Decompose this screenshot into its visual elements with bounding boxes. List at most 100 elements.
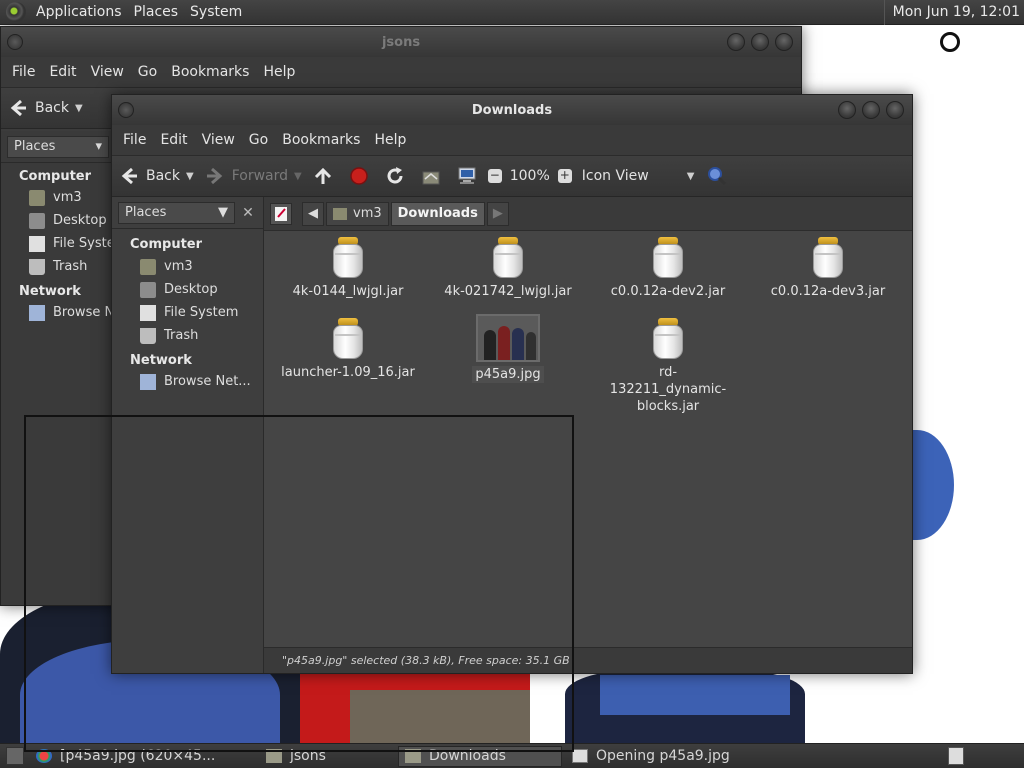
back-dropdown-icon[interactable]: ▼ <box>186 171 194 182</box>
file-item[interactable]: 4k-0144_lwjgl.jar <box>268 237 428 300</box>
taskbar-label: Downloads <box>429 748 506 764</box>
minimize-button[interactable] <box>727 33 745 51</box>
sidebar-item-filesystem[interactable]: File Syster <box>1 232 113 255</box>
search-icon[interactable] <box>706 165 728 187</box>
minimize-button[interactable] <box>838 101 856 119</box>
sidebar-item-vm3[interactable]: vm3 <box>1 186 113 209</box>
back-arrow-icon <box>121 167 137 185</box>
menu-help[interactable]: Help <box>256 64 302 80</box>
jar-file-icon <box>331 237 365 279</box>
back-button[interactable]: Back ▼ <box>118 165 194 187</box>
close-sidebar-icon[interactable]: ✕ <box>239 205 257 221</box>
menu-edit[interactable]: Edit <box>42 64 83 80</box>
file-name: c0.0.12a-dev2.jar <box>610 284 726 299</box>
taskbar-item-downloads[interactable]: Downloads <box>398 745 562 767</box>
downloads-window[interactable]: Downloads File Edit View Go Bookmarks He… <box>111 94 913 674</box>
clock[interactable]: Mon Jun 19, 12:01 <box>883 0 1024 25</box>
zoom-in-icon[interactable]: + <box>557 169 572 183</box>
applications-menu[interactable]: Applications <box>30 0 128 25</box>
desktop-cursor-icon <box>940 32 960 52</box>
file-name: launcher-1.09_16.jar <box>281 365 415 380</box>
trash-applet-icon[interactable] <box>948 747 964 765</box>
close-button[interactable] <box>775 33 793 51</box>
menu-bookmarks[interactable]: Bookmarks <box>164 64 256 80</box>
maximize-button[interactable] <box>751 33 769 51</box>
drive-icon <box>29 235 45 252</box>
menu-help[interactable]: Help <box>367 132 413 148</box>
wallpaper-pants <box>350 690 530 750</box>
places-menu[interactable]: Places <box>128 0 185 25</box>
sidebar-item-browse-network[interactable]: Browse Net... <box>112 370 263 393</box>
places-combo[interactable]: Places ▼ <box>118 201 235 224</box>
taskbar-item-image-viewer[interactable]: [p45a9.jpg (620×45... <box>30 746 256 767</box>
trash-icon <box>140 327 156 344</box>
show-desktop-icon[interactable] <box>6 747 24 765</box>
file-item[interactable]: launcher-1.09_16.jar <box>268 318 428 381</box>
sidebar-item-label: Browse Net... <box>164 374 251 389</box>
menu-go[interactable]: Go <box>131 64 164 80</box>
back-dropdown-icon[interactable]: ▼ <box>75 103 83 114</box>
sidebar-item-trash[interactable]: Trash <box>1 255 113 278</box>
up-arrow-icon[interactable] <box>312 165 334 187</box>
drive-icon <box>140 304 156 321</box>
window-menu-icon[interactable] <box>118 102 134 118</box>
jsons-titlebar[interactable]: jsons <box>1 27 801 57</box>
sidebar-item-label: Trash <box>53 259 88 274</box>
sidebar-item-trash[interactable]: Trash <box>112 324 263 347</box>
edit-location-icon[interactable] <box>270 202 292 225</box>
desktop-folder-icon <box>29 212 45 229</box>
menu-view[interactable]: View <box>195 132 242 148</box>
window-menu-icon[interactable] <box>7 34 23 50</box>
sidebar-item-label: File Syster <box>53 236 113 251</box>
sidebar-item-desktop[interactable]: Desktop <box>1 209 113 232</box>
gnome-foot-icon[interactable] <box>6 2 26 22</box>
menu-file[interactable]: File <box>5 64 42 80</box>
system-menu[interactable]: System <box>184 0 248 25</box>
file-item[interactable]: 4k-021742_lwjgl.jar <box>428 237 588 300</box>
downloads-titlebar[interactable]: Downloads <box>112 95 912 125</box>
path-button-downloads[interactable]: Downloads <box>390 201 485 226</box>
zoom-out-icon[interactable]: − <box>487 169 502 183</box>
folder-icon <box>405 749 421 763</box>
downloads-menubar: File Edit View Go Bookmarks Help <box>112 125 912 155</box>
forward-button[interactable]: Forward ▼ <box>204 165 302 187</box>
stop-icon[interactable] <box>348 165 370 187</box>
sidebar-item-filesystem[interactable]: File System <box>112 301 263 324</box>
home-folder-icon <box>29 189 45 206</box>
jar-file-icon <box>331 318 365 360</box>
maximize-button[interactable] <box>862 101 880 119</box>
taskbar-item-opening[interactable]: Opening p45a9.jpg <box>566 746 766 767</box>
places-combo-label: Places <box>125 205 167 220</box>
chevron-down-icon: ▼ <box>218 205 228 220</box>
file-item[interactable]: rd-132211_dynamic-blocks.jar <box>588 318 748 415</box>
file-item[interactable]: c0.0.12a-dev3.jar <box>748 237 908 300</box>
sidebar-item-browse-network[interactable]: Browse Ne <box>1 301 113 324</box>
back-button[interactable]: Back ▼ <box>7 97 83 119</box>
menu-edit[interactable]: Edit <box>153 132 194 148</box>
reload-icon[interactable] <box>384 165 406 187</box>
sidebar-item-desktop[interactable]: Desktop <box>112 278 263 301</box>
menu-go[interactable]: Go <box>242 132 275 148</box>
menu-view[interactable]: View <box>84 64 131 80</box>
home-icon[interactable] <box>420 165 442 187</box>
close-button[interactable] <box>886 101 904 119</box>
menu-file[interactable]: File <box>116 132 153 148</box>
places-combo[interactable]: Places ▾ <box>7 135 109 158</box>
taskbar-item-jsons[interactable]: jsons <box>260 746 394 767</box>
path-scroll-right-icon[interactable]: ▶ <box>486 201 509 226</box>
computer-icon[interactable] <box>456 165 478 187</box>
view-mode-select[interactable]: Icon View ▼ <box>582 168 695 184</box>
image-viewer-icon <box>36 749 52 763</box>
file-view[interactable]: ◀ vm3 Downloads ▶ 4k-0144_lwjgl.jar 4k-0… <box>264 197 912 673</box>
sidebar-heading-network: Network <box>130 353 192 368</box>
path-button-vm3[interactable]: vm3 <box>326 201 389 226</box>
sidebar-item-vm3[interactable]: vm3 <box>112 255 263 278</box>
menu-bookmarks[interactable]: Bookmarks <box>275 132 367 148</box>
forward-dropdown-icon[interactable]: ▼ <box>294 171 302 182</box>
file-name: 4k-021742_lwjgl.jar <box>444 284 572 299</box>
sidebar-heading-computer: Computer <box>130 237 203 252</box>
file-item[interactable]: c0.0.12a-dev2.jar <box>588 237 748 300</box>
path-scroll-left-icon[interactable]: ◀ <box>302 201 324 226</box>
zoom-level: 100% <box>509 168 550 184</box>
file-item-selected[interactable]: p45a9.jpg <box>428 314 588 383</box>
